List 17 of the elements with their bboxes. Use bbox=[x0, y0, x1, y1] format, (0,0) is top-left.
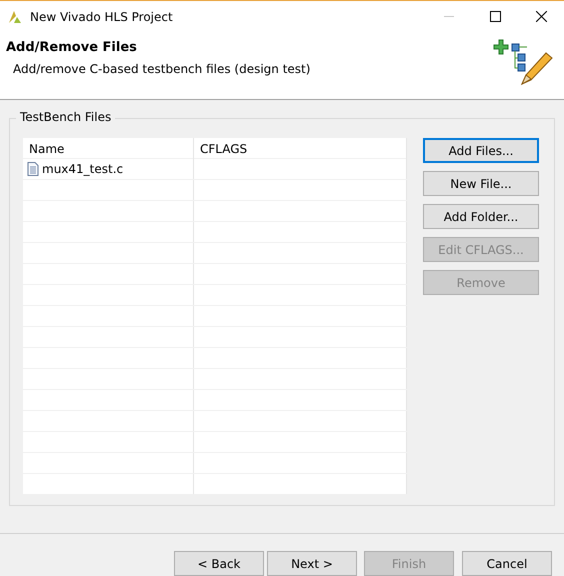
side-button[interactable]: Add Files... bbox=[423, 138, 539, 163]
column-header[interactable]: CFLAGS bbox=[194, 138, 407, 161]
side-button[interactable]: New File... bbox=[423, 171, 539, 196]
close-icon[interactable] bbox=[536, 11, 546, 22]
wizard-button[interactable]: Next > bbox=[267, 551, 357, 576]
side-button[interactable]: Add Folder... bbox=[423, 204, 539, 229]
file-name: mux41_test.c bbox=[42, 162, 124, 176]
column-header[interactable]: Name bbox=[23, 138, 194, 161]
maximize-icon[interactable] bbox=[490, 11, 500, 22]
group-title: TestBench Files bbox=[16, 110, 116, 124]
wizard-button[interactable]: Cancel bbox=[462, 551, 552, 576]
file-icon bbox=[27, 162, 39, 176]
app-logo-icon bbox=[8, 10, 22, 24]
page-description: Add/remove C-based testbench files (design test) bbox=[13, 62, 312, 76]
window-title: New Vivado HLS Project bbox=[30, 10, 174, 24]
wizard-button[interactable]: < Back bbox=[174, 551, 264, 576]
page-title: Add/Remove Files bbox=[6, 40, 138, 55]
